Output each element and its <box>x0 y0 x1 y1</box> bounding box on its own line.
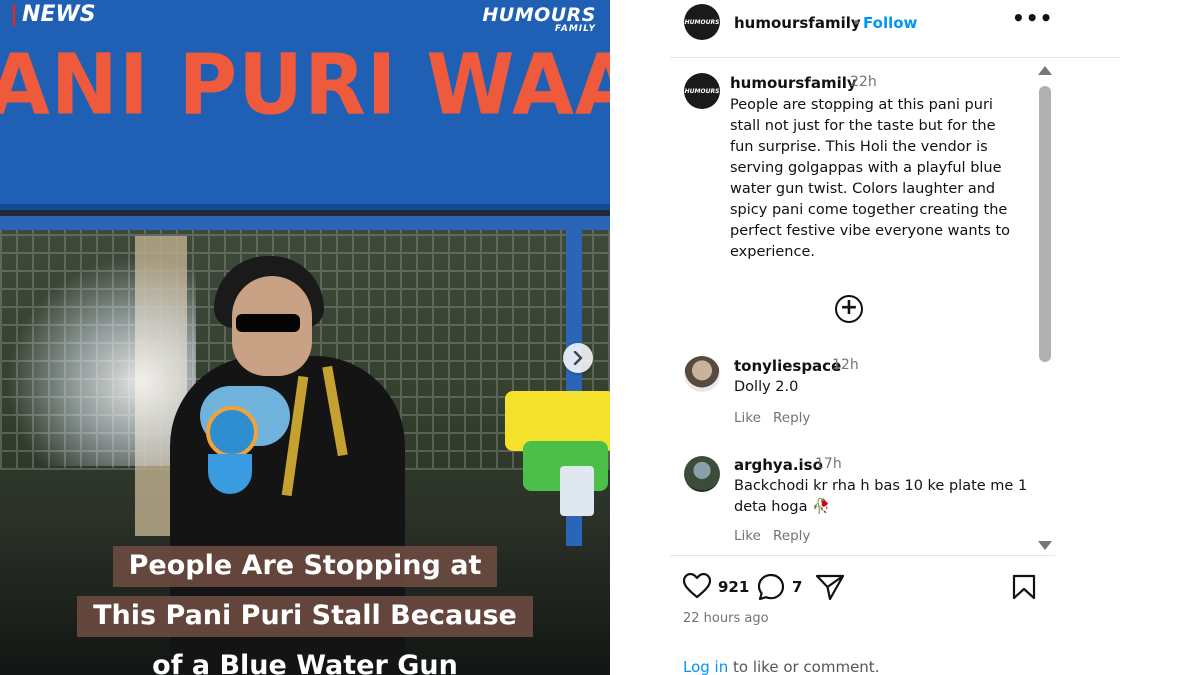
comments-scroll-area[interactable]: HUMOURS humoursfamily 22h People are sto… <box>670 59 1055 556</box>
caption-line-1-text: People Are Stopping at <box>112 546 498 587</box>
comments-scrollbar[interactable] <box>1036 62 1054 552</box>
caption-line-2: This Pani Puri Stall Because <box>0 596 610 637</box>
comment-username[interactable]: arghya.iso <box>734 456 823 474</box>
comment-username[interactable]: tonyliespace <box>734 357 841 375</box>
caption-line-2-text: This Pani Puri Stall Because <box>77 596 533 637</box>
brand-logo: HUMOURS FAMILY <box>482 4 596 34</box>
comment-avatar[interactable] <box>684 456 720 492</box>
header-separator: • <box>852 14 861 32</box>
next-slide-button[interactable] <box>563 343 593 373</box>
bookmark-icon[interactable] <box>1012 574 1036 604</box>
caption-line-3: of a Blue Water Gun <box>0 646 610 675</box>
like-heart-icon[interactable] <box>682 572 712 603</box>
brand-logo-big: HUMOURS <box>482 4 596 26</box>
post-timestamp: 22 hours ago <box>683 611 769 626</box>
plus-circle-icon: + <box>839 295 859 320</box>
caption-avatar-text: HUMOURS <box>684 87 720 95</box>
login-prompt-text: to like or comment. <box>728 658 880 675</box>
vendor-sunglasses <box>236 314 300 332</box>
caption-line-3-text: of a Blue Water Gun <box>152 650 458 675</box>
comment-like-button[interactable]: Like <box>734 528 761 544</box>
comment-text: Backchodi kr rha h bas 10 ke plate me 1 … <box>734 478 1028 515</box>
header-avatar[interactable]: HUMOURS <box>684 4 720 40</box>
header-username[interactable]: humoursfamily <box>734 14 861 32</box>
comment-reply-button[interactable]: Reply <box>773 528 810 544</box>
follow-button[interactable]: Follow <box>863 14 917 32</box>
post-media[interactable]: ANI PURI WAALA |NEWS HUMOURS FAMILY Peop… <box>0 0 610 675</box>
chevron-right-icon <box>573 351 583 365</box>
load-more-comments-button[interactable]: + <box>835 295 863 323</box>
scrollbar-thumb[interactable] <box>1039 86 1051 362</box>
comment-bubble-icon[interactable] <box>757 573 785 605</box>
caption-text: People are stopping at this pani puri st… <box>730 97 1011 260</box>
caption-line-1: People Are Stopping at <box>0 546 610 587</box>
news-label: NEWS <box>22 2 96 27</box>
water-gun-handle <box>560 466 594 516</box>
caption-avatar[interactable]: HUMOURS <box>684 73 720 109</box>
login-prompt: Log in to like or comment. <box>683 658 879 675</box>
water-gun-drum <box>206 406 258 458</box>
comment-time: 17h <box>815 456 842 472</box>
news-tag: | NEWS <box>10 2 96 27</box>
more-options-icon[interactable]: ••• <box>1012 6 1053 30</box>
water-splash <box>6 256 196 466</box>
scroll-down-arrow-icon[interactable] <box>1038 541 1052 550</box>
caption-time: 22h <box>850 74 877 90</box>
comment-text: Dolly 2.0 <box>734 379 799 395</box>
share-send-icon[interactable] <box>815 573 845 605</box>
comment-time: 12h <box>832 357 859 373</box>
comment-count: 7 <box>792 578 803 596</box>
scroll-up-arrow-icon[interactable] <box>1038 66 1052 75</box>
login-link[interactable]: Log in <box>683 658 728 675</box>
comment-like-button[interactable]: Like <box>734 410 761 426</box>
sign-text: ANI PURI WAALA <box>0 35 610 134</box>
stall-beam <box>0 216 610 230</box>
comment-reply-button[interactable]: Reply <box>773 410 810 426</box>
like-count: 921 <box>718 578 750 596</box>
comment-avatar[interactable] <box>684 356 720 392</box>
header-avatar-text: HUMOURS <box>684 18 720 26</box>
caption-username[interactable]: humoursfamily <box>730 74 857 92</box>
